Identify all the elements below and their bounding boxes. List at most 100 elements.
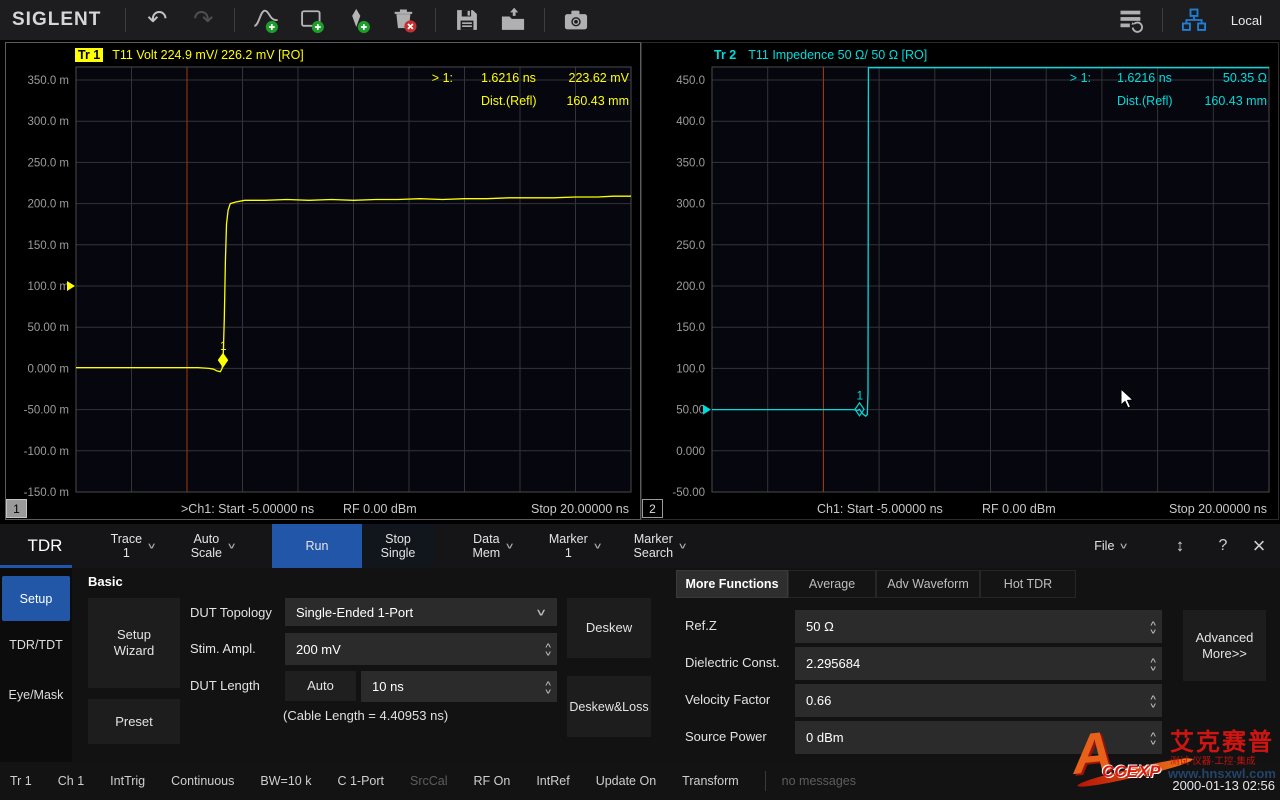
menu-trace[interactable]: Trace 1∨	[96, 524, 170, 568]
marker-readout-y-2: 50.35 Ω	[1223, 71, 1267, 85]
tab-adv-waveform[interactable]: Adv Waveform	[876, 570, 980, 598]
status-item-srccal: SrcCal	[410, 774, 448, 788]
dut-length-auto-button[interactable]: Auto	[285, 671, 356, 701]
mouse-cursor	[1120, 388, 1136, 410]
menu-marker[interactable]: Marker 1∨	[535, 524, 615, 568]
menu-auto-scale[interactable]: Auto Scale∨	[172, 524, 254, 568]
spinner-down-icon[interactable]: ∨	[1149, 701, 1158, 707]
redo-button[interactable]: ↷	[185, 4, 221, 36]
help-icon: ?	[1219, 537, 1228, 555]
add-trace-icon	[252, 6, 280, 34]
spinner-down-icon[interactable]: ∨	[544, 687, 553, 693]
status-bar: Tr 1Ch 1IntTrigContinuousBW=10 kC 1-Port…	[0, 762, 1280, 800]
ref-z-field[interactable]: 50 Ω ∧∨	[795, 610, 1162, 643]
marker-number-label: 1	[220, 339, 227, 353]
plot-area-1[interactable]: 350.0 m300.0 m250.0 m200.0 m150.0 m100.0…	[6, 43, 638, 517]
delete-trace-button[interactable]	[386, 4, 422, 36]
velocity-factor-label: Velocity Factor	[685, 692, 770, 707]
system-message-button[interactable]	[1113, 4, 1149, 36]
advanced-more-button[interactable]: Advanced More>>	[1183, 610, 1266, 681]
dut-length-stepper[interactable]: ∧∨	[545, 671, 552, 702]
y-tick-label: -50.00 m	[24, 405, 69, 417]
menu-app-title: TDR	[0, 524, 90, 568]
spinner-up-icon[interactable]: ∧	[1149, 693, 1158, 699]
menu-run-button[interactable]: Run	[272, 524, 362, 568]
y-tick-label: 100.0	[676, 363, 705, 375]
sidebar-item-eye-mask[interactable]: Eye/Mask	[2, 680, 70, 710]
sidebar-item-tdr-tdt[interactable]: TDR/TDT	[2, 630, 70, 660]
status-item-rf-on: RF On	[474, 774, 511, 788]
add-marker-button[interactable]	[340, 4, 376, 36]
spinner-down-icon[interactable]: ∨	[1149, 627, 1158, 633]
stim-ampl-stepper[interactable]: ∧∨	[545, 633, 552, 665]
menu-file[interactable]: File∨	[1080, 524, 1142, 568]
y-tick-label: 150.0	[676, 322, 705, 334]
dut-length-field[interactable]: 10 ns ∧∨	[361, 671, 557, 702]
dielectric-const-field[interactable]: 2.295684 ∧∨	[795, 647, 1162, 680]
undo-button[interactable]: ↶	[139, 4, 175, 36]
save-button[interactable]	[449, 4, 485, 36]
rf-power-2: RF 0.00 dBm	[982, 502, 1056, 516]
spinner-down-icon[interactable]: ∨	[1149, 738, 1158, 744]
velocity-stepper[interactable]: ∧∨	[1150, 684, 1157, 717]
dielectric-stepper[interactable]: ∧∨	[1150, 647, 1157, 680]
spinner-up-icon[interactable]: ∧	[1149, 656, 1158, 662]
marker-dist-label-2: Dist.(Refl)	[1117, 94, 1173, 108]
marker-number-label: 1	[857, 388, 864, 402]
screenshot-button[interactable]	[558, 4, 594, 36]
menu-stop-single-button[interactable]: Stop Single	[362, 524, 434, 568]
window-number-badge-2[interactable]: 2	[642, 499, 663, 518]
spinner-down-icon[interactable]: ∨	[544, 650, 553, 656]
spinner-up-icon[interactable]: ∧	[1149, 730, 1158, 736]
y-tick-label: 50.00	[676, 405, 705, 417]
lan-button[interactable]	[1176, 4, 1212, 36]
source-power-field[interactable]: 0 dBm ∧∨	[795, 721, 1162, 754]
channel-footer-1: 1 >Ch1: Start -5.00000 ns RF 0.00 dBm St…	[6, 499, 640, 519]
tab-average[interactable]: Average	[788, 570, 876, 598]
spinner-up-icon[interactable]: ∧	[1149, 619, 1158, 625]
window-number-badge-1[interactable]: 1	[6, 499, 27, 518]
menu-close-button[interactable]: ×	[1243, 524, 1275, 568]
marker-dist-value-1: 160.43 mm	[566, 94, 629, 108]
marker-dist-label-1: Dist.(Refl)	[481, 94, 537, 108]
sidebar-item-setup[interactable]: Setup	[2, 576, 70, 621]
trace-badge-tr2[interactable]: Tr 2	[711, 48, 739, 62]
menu-marker-search[interactable]: Marker Search∨	[615, 524, 705, 568]
plot-area-2[interactable]: 450.0400.0350.0300.0250.0200.0150.0100.0…	[642, 43, 1276, 517]
add-marker-icon	[344, 6, 372, 34]
setup-wizard-button[interactable]: Setup Wizard	[88, 598, 180, 688]
ref-z-stepper[interactable]: ∧∨	[1150, 610, 1157, 643]
tab-more-functions[interactable]: More Functions	[676, 570, 788, 598]
chevron-down-icon: ∨	[505, 541, 515, 550]
add-trace-button[interactable]	[248, 4, 284, 36]
menu-help-button[interactable]: ?	[1208, 524, 1238, 568]
status-item-bw-10-k: BW=10 k	[260, 774, 311, 788]
marker-readout-x-1: 1.6216 ns	[481, 71, 536, 85]
recall-button[interactable]	[495, 4, 531, 36]
y-tick-label: 350.0 m	[27, 75, 69, 87]
spinner-up-icon[interactable]: ∧	[544, 679, 553, 685]
dut-topology-select[interactable]: Single-Ended 1-Port ∨	[285, 598, 557, 626]
spinner-up-icon[interactable]: ∧	[544, 642, 553, 648]
menu-resize-button[interactable]: ↕	[1165, 524, 1195, 568]
local-remote-indicator: Local	[1231, 13, 1262, 28]
lan-icon	[1180, 6, 1208, 34]
deskew-button[interactable]: Deskew	[567, 598, 651, 658]
status-item-inttrig: IntTrig	[110, 774, 145, 788]
spinner-down-icon[interactable]: ∨	[1149, 664, 1158, 670]
trace-badge-tr1[interactable]: Tr 1	[75, 48, 103, 62]
menu-data-mem[interactable]: Data Mem∨	[452, 524, 534, 568]
new-window-button[interactable]	[294, 4, 330, 36]
redo-icon: ↷	[193, 8, 213, 32]
source-power-label: Source Power	[685, 729, 767, 744]
preset-button[interactable]: Preset	[88, 699, 180, 744]
sweep-stop-2: Stop 20.00000 ns	[1169, 502, 1267, 516]
chevron-down-icon: ∨	[535, 606, 547, 618]
stim-ampl-field[interactable]: 200 mV ∧∨	[285, 633, 557, 665]
deskew-loss-button[interactable]: Deskew&Loss	[567, 676, 651, 737]
y-tick-label: 400.0	[676, 116, 705, 128]
source-power-stepper[interactable]: ∧∨	[1150, 721, 1157, 754]
velocity-factor-field[interactable]: 0.66 ∧∨	[795, 684, 1162, 717]
tab-hot-tdr[interactable]: Hot TDR	[980, 570, 1076, 598]
resize-icon: ↕	[1176, 536, 1185, 556]
